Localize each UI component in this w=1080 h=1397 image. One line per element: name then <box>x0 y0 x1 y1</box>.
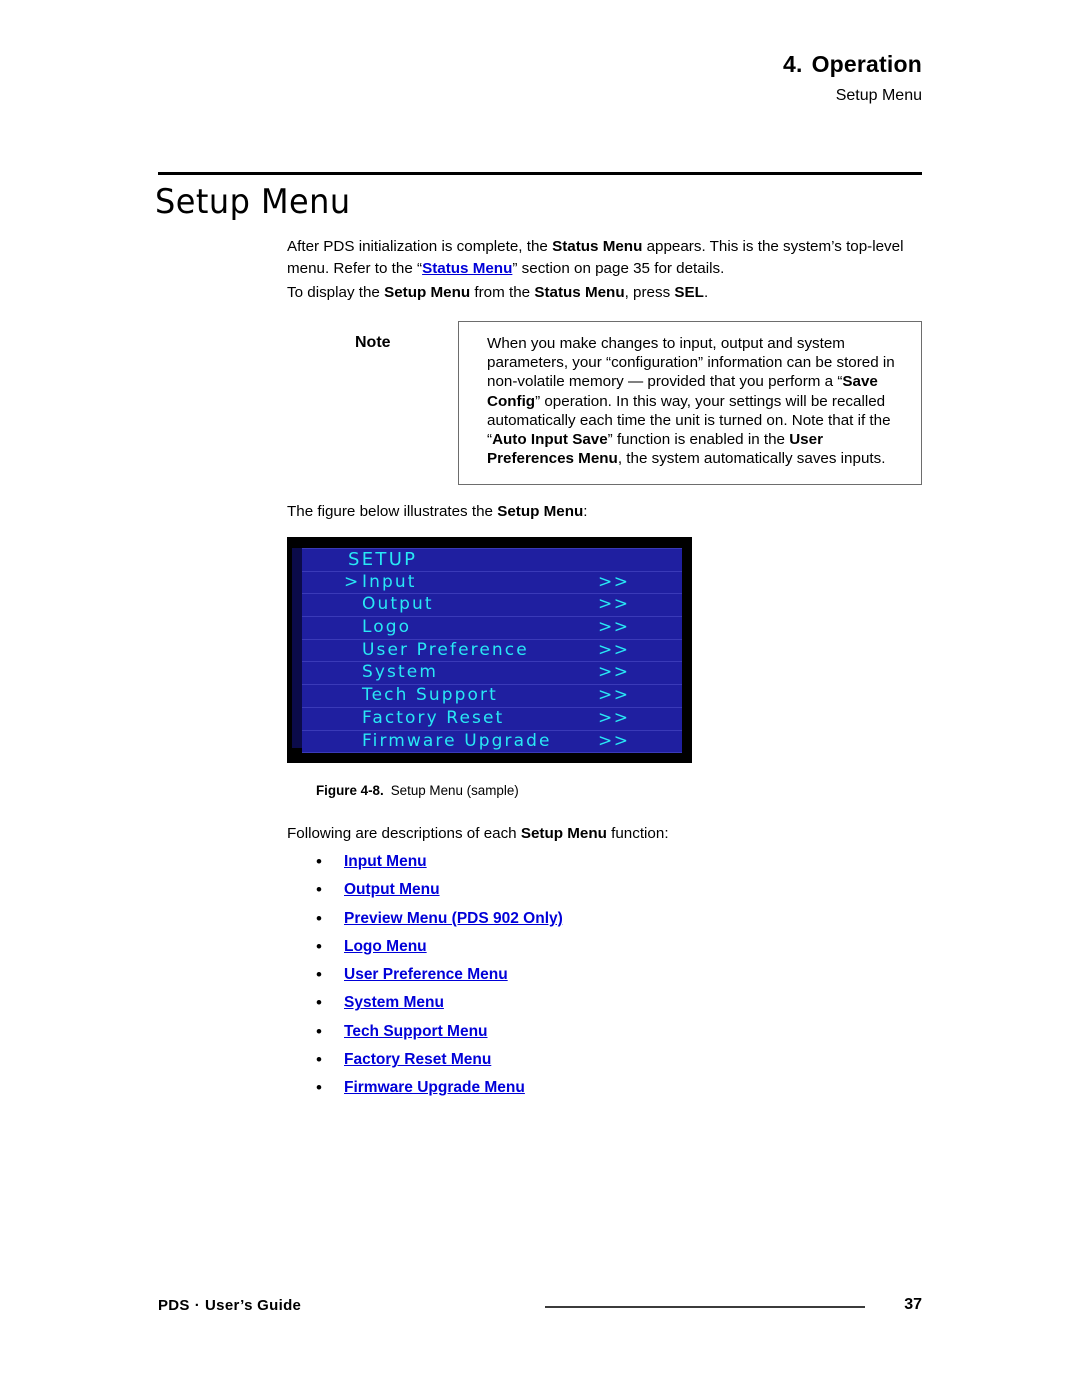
page-title: Setup Menu <box>155 182 351 222</box>
list-item: • Output Menu <box>316 879 876 907</box>
figure-intro-bold: Setup Menu <box>497 503 584 520</box>
figure-caption-number: Figure 4-8. <box>316 783 384 798</box>
intro2-bold-setup-menu: Setup Menu <box>384 284 471 301</box>
menu-link-factory-reset-menu[interactable]: Factory Reset Menu <box>344 1049 491 1071</box>
intro-paragraph-2: To display the Setup Menu from the Statu… <box>287 282 922 304</box>
menu-link-user-preference-menu[interactable]: User Preference Menu <box>344 964 508 986</box>
note-text-1: When you make changes to input, output a… <box>487 335 895 391</box>
list-item: • Factory Reset Menu <box>316 1049 876 1077</box>
bullet-icon: • <box>316 880 322 900</box>
osd-setup-menu-figure: SETUP > Input >> Output >> Logo >> User Prefere… <box>287 537 692 763</box>
section-rule <box>158 172 922 175</box>
osd-cursor-icon: > <box>344 571 361 592</box>
note-box: When you make changes to input, output a… <box>458 321 922 485</box>
osd-submenu-arrows-icon: >> <box>598 594 630 615</box>
osd-row-firmware-upgrade[interactable]: Firmware Upgrade >> <box>302 730 682 754</box>
list-item: • Logo Menu <box>316 936 876 964</box>
intro2-text-c: , press <box>624 284 675 301</box>
bullet-icon: • <box>316 936 322 956</box>
desc-intro-bold: Setup Menu <box>520 825 607 842</box>
osd-row-input[interactable]: > Input >> <box>302 571 682 595</box>
footer-page-number: 37 <box>904 1296 922 1313</box>
note-bold-auto-input-save: Auto Input Save <box>492 431 608 449</box>
intro2-text-a: To display the <box>287 284 385 301</box>
bullet-icon: • <box>316 1021 322 1041</box>
osd-row-tech-support[interactable]: Tech Support >> <box>302 685 682 708</box>
bullet-icon: • <box>316 852 322 871</box>
osd-row-logo[interactable]: Logo >> <box>302 617 682 640</box>
bullet-icon: • <box>316 965 322 985</box>
osd-submenu-arrows-icon: >> <box>598 685 630 706</box>
chapter-title-text: Operation <box>811 51 922 77</box>
figure-intro-a: The figure below illustrates the <box>287 503 498 520</box>
menu-link-input-menu[interactable]: Input Menu <box>344 851 427 873</box>
menu-link-logo-menu[interactable]: Logo Menu <box>344 936 427 958</box>
osd-title-label: SETUP <box>348 549 418 570</box>
chapter-title: 4. Operation <box>0 50 922 78</box>
osd-row-label: User Preference <box>362 639 529 660</box>
note-text-4: , the system automatically saves inputs. <box>617 450 886 468</box>
desc-intro-a: Following are descriptions of each <box>287 825 521 842</box>
figure-caption: Figure 4-8. Setup Menu (sample) <box>316 782 519 799</box>
osd-row-list: > Input >> Output >> Logo >> User Preference >> S… <box>292 571 682 754</box>
menu-link-output-menu[interactable]: Output Menu <box>344 879 440 901</box>
page-header: 4. Operation Setup Menu <box>0 50 922 106</box>
figure-intro-paragraph: The figure below illustrates the Setup M… <box>287 501 922 523</box>
list-item: • Tech Support Menu <box>316 1021 876 1049</box>
osd-row-label: Tech Support <box>362 685 498 706</box>
intro-text-a: After PDS initialization is complete, th… <box>287 238 553 255</box>
chapter-number: 4. <box>782 51 803 77</box>
note-text: When you make changes to input, output a… <box>487 334 907 468</box>
osd-submenu-arrows-icon: >> <box>598 662 630 683</box>
bullet-icon: • <box>316 1050 322 1070</box>
osd-row-label: Input <box>362 571 417 592</box>
osd-title-row: SETUP <box>302 548 682 572</box>
intro2-text-b: from the <box>470 284 535 301</box>
osd-inner: SETUP > Input >> Output >> Logo >> User Prefere… <box>292 548 682 754</box>
osd-row-label: System <box>362 662 438 683</box>
list-item: • Input Menu <box>316 851 876 879</box>
osd-row-label: Logo <box>362 617 412 638</box>
menu-link-tech-support-menu[interactable]: Tech Support Menu <box>344 1021 488 1043</box>
note-text-3: ” function is enabled in the <box>607 431 790 449</box>
descriptions-intro-paragraph: Following are descriptions of each Setup… <box>287 823 922 845</box>
osd-row-label: Factory Reset <box>362 707 505 728</box>
osd-row-label: Firmware Upgrade <box>362 730 552 751</box>
intro2-bold-status-menu: Status Menu <box>534 284 625 301</box>
osd-row-output[interactable]: Output >> <box>302 594 682 618</box>
status-menu-link[interactable]: Status Menu <box>422 260 512 277</box>
list-item: • Firmware Upgrade Menu <box>316 1077 876 1105</box>
note-label: Note <box>355 334 391 351</box>
list-item: • System Menu <box>316 992 876 1020</box>
osd-submenu-arrows-icon: >> <box>598 730 630 751</box>
osd-submenu-arrows-icon: >> <box>598 617 630 638</box>
intro2-text-d: . <box>703 284 709 301</box>
menu-link-firmware-upgrade-menu[interactable]: Firmware Upgrade Menu <box>344 1077 525 1099</box>
figure-caption-text: Setup Menu (sample) <box>390 783 519 798</box>
osd-submenu-arrows-icon: >> <box>598 639 630 660</box>
osd-submenu-arrows-icon: >> <box>598 707 630 728</box>
menu-link-system-menu[interactable]: System Menu <box>344 992 444 1014</box>
intro-bold-status-menu: Status Menu <box>552 238 643 255</box>
intro2-bold-sel: SEL <box>674 284 704 301</box>
bullet-icon: • <box>316 908 322 928</box>
osd-submenu-arrows-icon: >> <box>598 571 630 592</box>
intro-text-c: ” section on page 35 for details. <box>512 259 725 277</box>
osd-row-label: Output <box>362 594 434 615</box>
list-item: • User Preference Menu <box>316 964 876 992</box>
figure-intro-b: : <box>583 503 588 520</box>
list-item: • Preview Menu (PDS 902 Only) <box>316 908 876 936</box>
desc-intro-b: function: <box>606 825 669 842</box>
osd-left-strip <box>292 548 302 748</box>
header-subtitle: Setup Menu <box>835 87 922 104</box>
bullet-icon: • <box>316 1078 322 1098</box>
menu-links-list: • Input Menu • Output Menu • Preview Menu (PD… <box>316 851 876 1106</box>
menu-link-preview-menu-pds-902-only-[interactable]: Preview Menu (PDS 902 Only) <box>344 908 563 930</box>
intro-paragraph-1: After PDS initialization is complete, th… <box>287 236 922 279</box>
osd-row-factory-reset[interactable]: Factory Reset >> <box>302 707 682 731</box>
osd-row-system[interactable]: System >> <box>302 662 682 686</box>
osd-row-user-preference[interactable]: User Preference >> <box>302 639 682 663</box>
bullet-icon: • <box>316 993 322 1013</box>
